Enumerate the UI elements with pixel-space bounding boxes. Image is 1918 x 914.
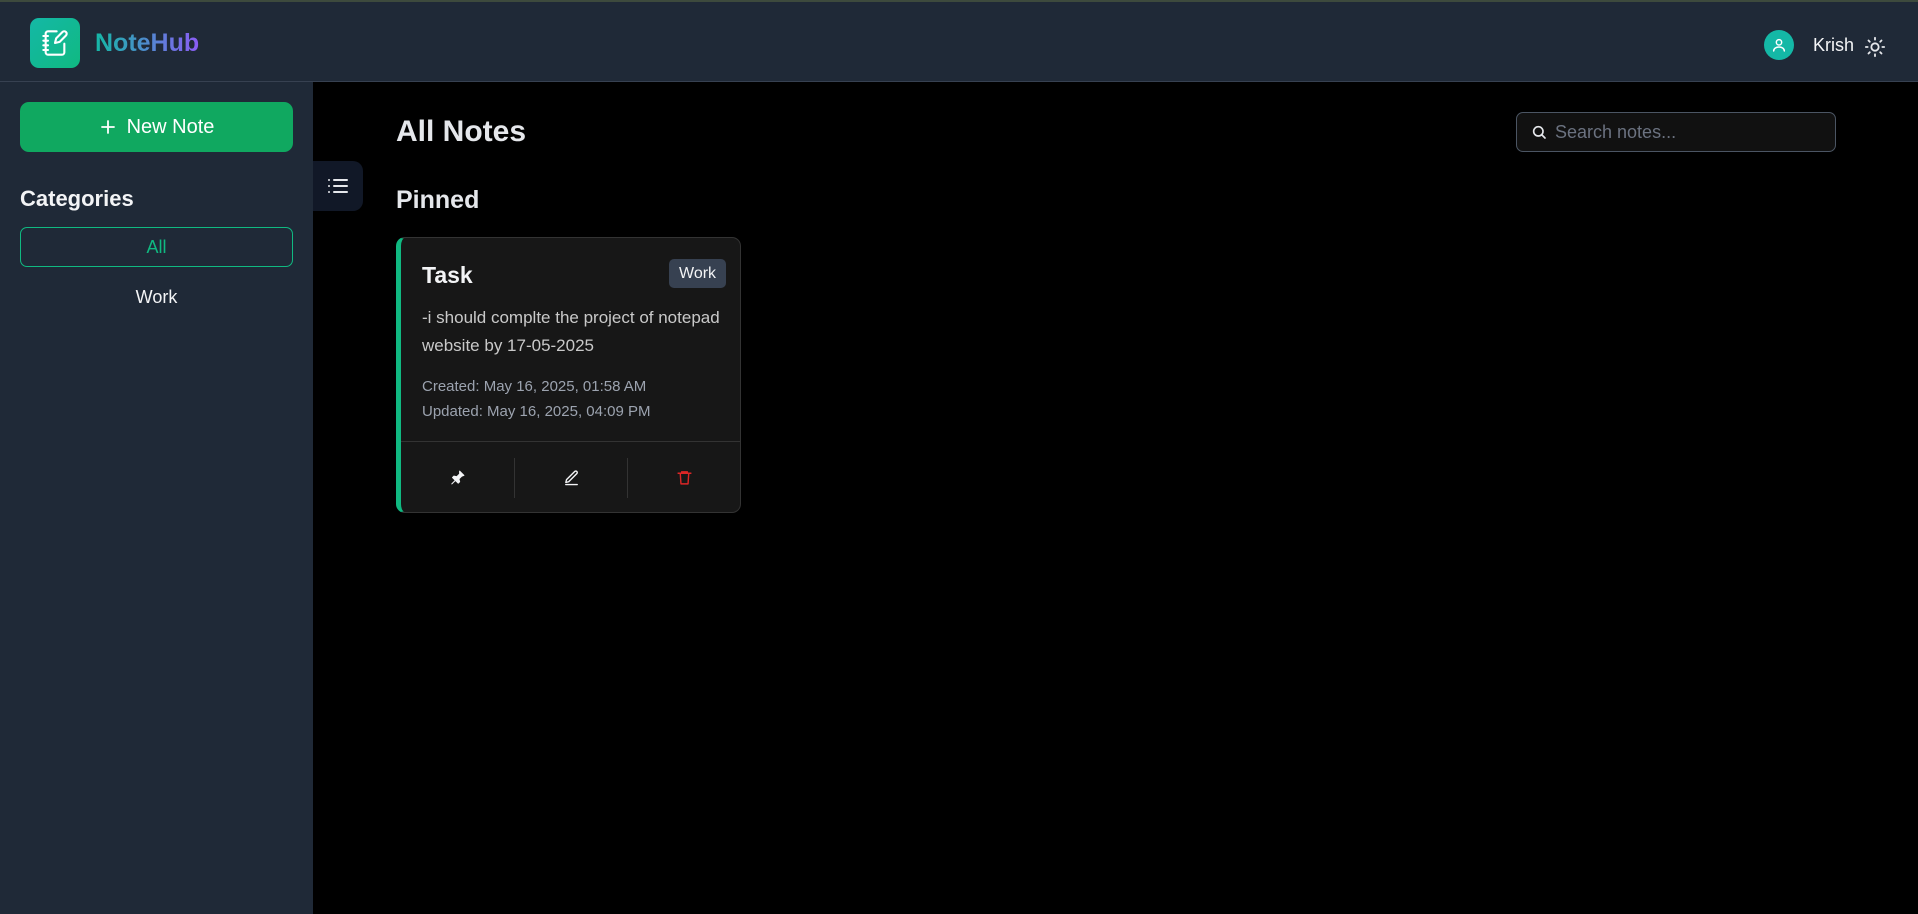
categories-title: Categories (20, 186, 134, 211)
new-note-button[interactable]: New Note (20, 102, 293, 152)
category-all[interactable]: All (20, 227, 293, 267)
user-icon (1772, 38, 1786, 52)
sidebar-toggle-button[interactable] (313, 161, 363, 211)
delete-button[interactable] (627, 457, 740, 498)
search-input[interactable] (1555, 121, 1825, 143)
list-icon (328, 179, 348, 193)
note-actions (401, 441, 740, 512)
section-title-pinned: Pinned (396, 186, 480, 214)
note-content: -i should complte the project of notepad… (422, 308, 720, 355)
notebook-pen-icon (42, 30, 68, 56)
user-avatar[interactable] (1764, 30, 1794, 60)
note-created-date: Created: May 16, 2025, 01:58 AM (422, 378, 647, 395)
note-category-tag: Work (669, 259, 727, 288)
sun-icon (1864, 36, 1886, 58)
plus-icon (100, 120, 115, 134)
note-card[interactable]: Task Work -i should complte the project … (396, 237, 741, 513)
new-note-label: New Note (126, 115, 215, 138)
pencil-icon (564, 470, 578, 486)
search-bar[interactable] (1516, 112, 1836, 152)
top-bar: NoteHub Krish (0, 0, 1918, 82)
pin-button[interactable] (401, 458, 514, 498)
note-updated-date: Updated: May 16, 2025, 04:09 PM (422, 403, 651, 420)
category-work[interactable]: Work (20, 277, 293, 317)
sidebar: New Note Categories All Work (0, 82, 313, 914)
search-icon (1532, 125, 1546, 139)
trash-icon (677, 471, 692, 485)
page-title: All Notes (396, 115, 527, 148)
app-logo[interactable] (30, 18, 80, 68)
username[interactable]: Krish (1813, 35, 1854, 56)
pin-icon (451, 470, 465, 485)
theme-toggle-button[interactable] (1860, 32, 1890, 62)
app-name[interactable]: NoteHub (95, 29, 199, 58)
edit-button[interactable] (513, 457, 628, 498)
note-title: Task (422, 262, 473, 288)
